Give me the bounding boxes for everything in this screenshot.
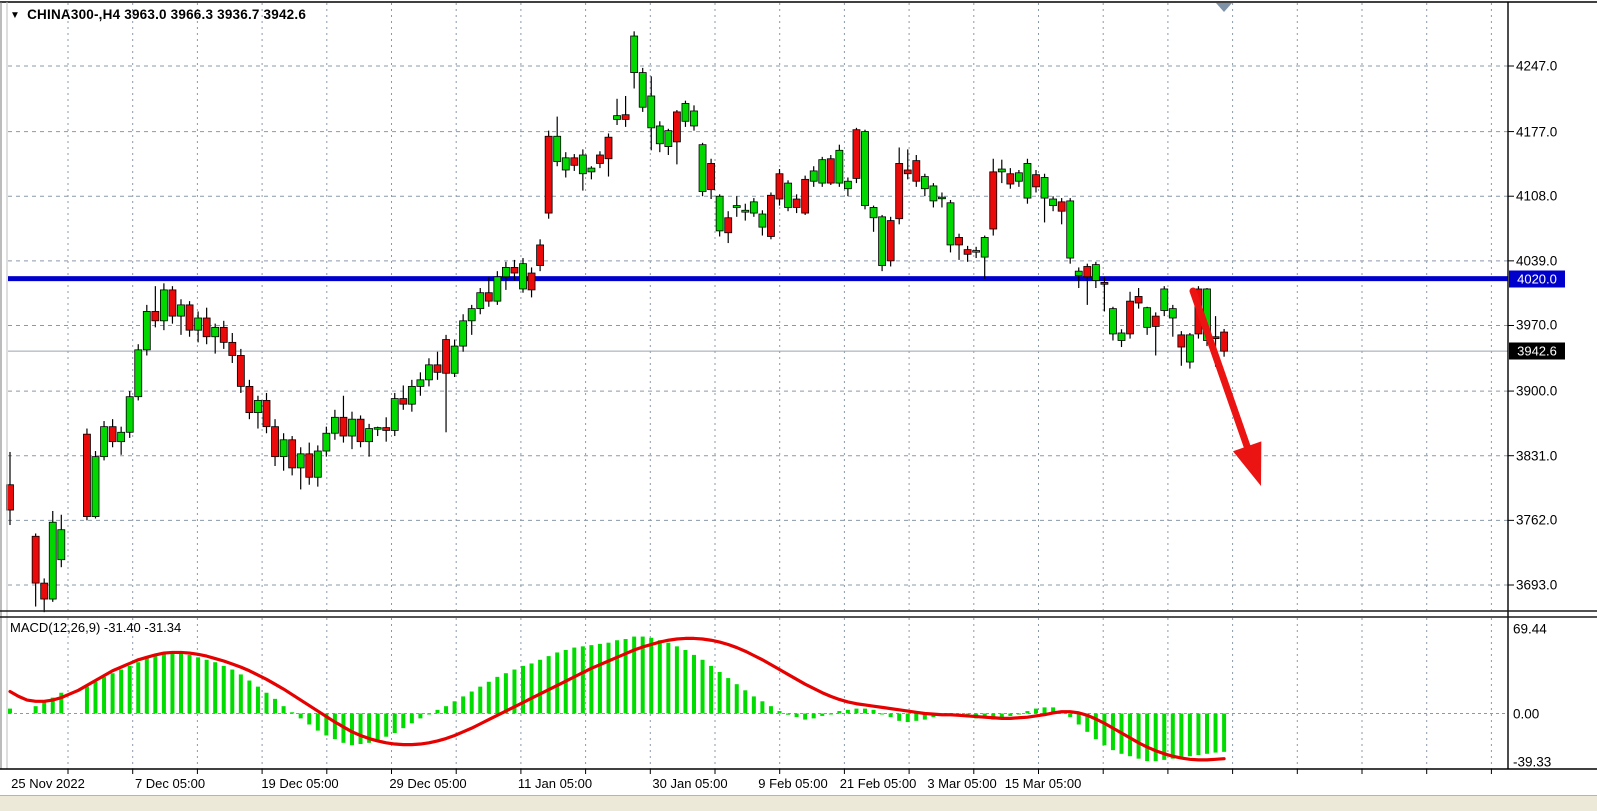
date-axis-label: 30 Jan 05:00 <box>652 776 727 791</box>
date-axis-label: 15 Mar 05:00 <box>1005 776 1082 791</box>
blue-line-price-label[interactable]: 4020.0 <box>1509 270 1565 287</box>
symbol-header: ▼ CHINA300-,H4 3963.0 3966.3 3936.7 3942.… <box>10 7 306 22</box>
date-axis-label: 11 Jan 05:00 <box>518 776 592 791</box>
horizontal-line-object[interactable] <box>8 276 1508 281</box>
price-axis-label: 3970.0 <box>1516 318 1557 333</box>
chart-canvas[interactable] <box>0 0 1597 811</box>
price-axis-label: 3693.0 <box>1516 577 1557 592</box>
price-axis-label: 3900.0 <box>1516 384 1557 399</box>
price-axis-label: 4108.0 <box>1516 189 1557 204</box>
macd-axis-label: 69.44 <box>1513 621 1547 636</box>
trend-arrow-shaft[interactable] <box>1193 291 1248 449</box>
date-axis-label: 19 Dec 05:00 <box>261 776 338 791</box>
price-axis-label: 3762.0 <box>1516 513 1557 528</box>
macd-histogram <box>8 637 1226 762</box>
price-axis-label: 4039.0 <box>1516 253 1557 268</box>
date-axis-label: 3 Mar 05:00 <box>927 776 996 791</box>
chevron-down-icon[interactable]: ▼ <box>10 10 20 21</box>
trading-chart-window: ▼ CHINA300-,H4 3963.0 3966.3 3936.7 3942.… <box>0 0 1597 811</box>
candlestick-series <box>7 31 1228 612</box>
macd-indicator-label: MACD(12,26,9) -31.40 -31.34 <box>10 620 181 635</box>
status-bar <box>0 795 1597 811</box>
current-price-label: 3942.6 <box>1509 343 1565 360</box>
chart-shift-marker-icon[interactable] <box>1216 3 1232 12</box>
price-axis-label: 3831.0 <box>1516 448 1557 463</box>
date-axis-label: 29 Dec 05:00 <box>389 776 466 791</box>
date-axis-label: 25 Nov 2022 <box>11 776 85 791</box>
trend-arrow-head[interactable] <box>1233 441 1261 486</box>
symbol-ohlc-text: CHINA300-,H4 3963.0 3966.3 3936.7 3942.6 <box>27 7 306 22</box>
macd-axis-label: 0.00 <box>1513 706 1539 721</box>
price-axis-label: 4177.0 <box>1516 124 1557 139</box>
price-axis-label: 4247.0 <box>1516 59 1557 74</box>
macd-axis-label: -39.33 <box>1513 754 1551 769</box>
date-axis-label: 7 Dec 05:00 <box>135 776 205 791</box>
date-axis-label: 9 Feb 05:00 <box>758 776 827 791</box>
date-axis-label: 21 Feb 05:00 <box>840 776 917 791</box>
